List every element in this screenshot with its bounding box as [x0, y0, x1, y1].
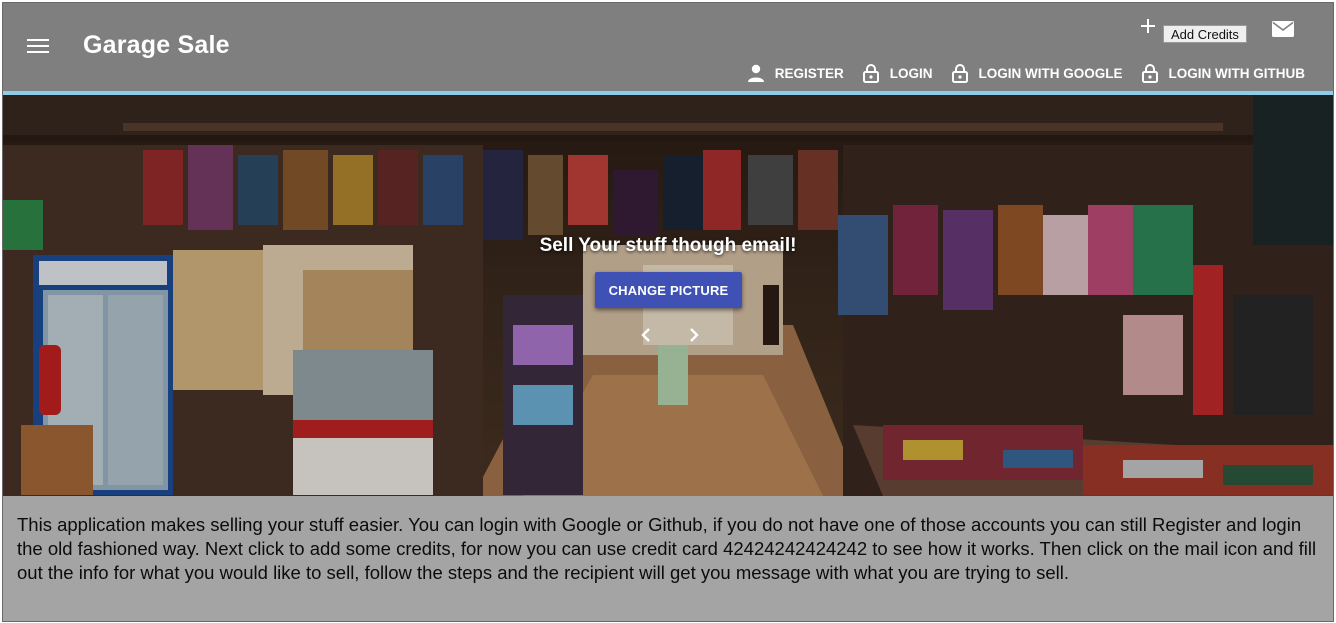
app-title: Garage Sale — [83, 31, 230, 59]
login-label: LOGIN — [889, 65, 933, 81]
lock-icon — [951, 64, 968, 83]
chevron-right-icon[interactable] — [687, 327, 701, 343]
chevron-left-icon[interactable] — [639, 327, 653, 343]
login-link[interactable]: LOGIN — [862, 63, 933, 83]
add-credits-button[interactable]: Add Credits — [1163, 25, 1247, 43]
app-description: This application makes selling your stuf… — [3, 496, 1333, 621]
mail-icon[interactable] — [1272, 21, 1294, 37]
lock-icon — [862, 64, 879, 83]
login-github-link[interactable]: LOGIN WITH GITHUB — [1141, 63, 1305, 83]
login-google-link[interactable]: LOGIN WITH GOOGLE — [951, 63, 1123, 83]
hero-heading: Sell Your stuff though email! — [539, 235, 797, 256]
auth-nav: REGISTER LOGIN LOGIN WITH GOOGLE LOGIN W… — [729, 63, 1305, 83]
login-google-label: LOGIN WITH GOOGLE — [978, 65, 1123, 81]
login-github-label: LOGIN WITH GITHUB — [1168, 65, 1305, 81]
register-link[interactable]: REGISTER — [747, 63, 844, 83]
app-window: Garage Sale Add Credits REGISTER LOGIN L… — [2, 2, 1334, 622]
menu-icon[interactable] — [27, 39, 49, 59]
plus-icon[interactable] — [1139, 17, 1157, 35]
lock-icon — [1141, 64, 1158, 83]
register-label: REGISTER — [774, 65, 844, 81]
app-header: Garage Sale Add Credits REGISTER LOGIN L… — [3, 3, 1333, 91]
change-picture-button[interactable]: CHANGE PICTURE — [595, 272, 742, 308]
hero-carousel: Sell Your stuff though email! CHANGE PIC… — [3, 95, 1333, 496]
person-icon — [747, 64, 764, 82]
